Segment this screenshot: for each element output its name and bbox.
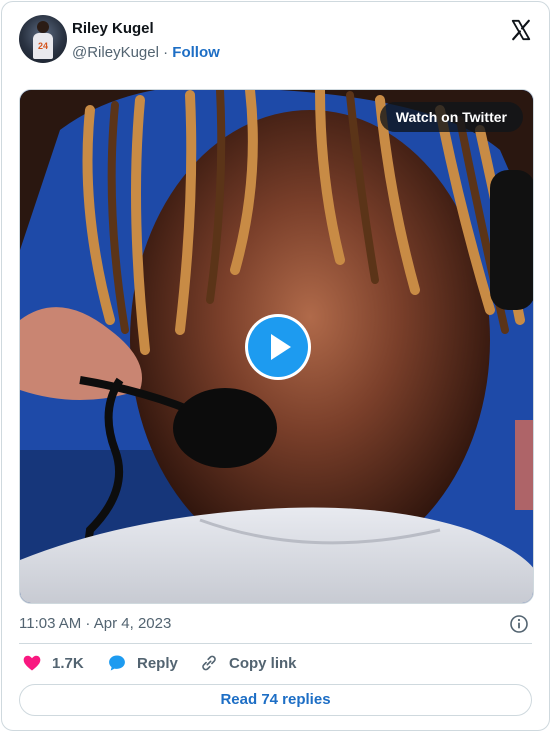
author-name[interactable]: Riley Kugel — [72, 20, 154, 37]
play-icon — [271, 334, 291, 360]
like-count: 1.7K — [52, 654, 84, 672]
avatar[interactable]: 24 — [19, 15, 67, 63]
video-thumbnail[interactable]: Watch on Twitter — [19, 89, 534, 604]
tweet-header: 24 Riley Kugel @RileyKugel · Follow — [19, 15, 532, 65]
x-logo-icon[interactable] — [510, 19, 532, 41]
reply-bubble-icon — [109, 655, 125, 671]
link-icon — [202, 655, 216, 671]
divider — [19, 643, 532, 644]
reply-button[interactable]: Reply — [107, 653, 178, 673]
tweet-timestamp[interactable]: 11:03 AM · Apr 4, 2023 — [19, 615, 171, 632]
like-button[interactable]: 1.7K — [22, 653, 84, 673]
play-button[interactable] — [245, 314, 311, 380]
copy-link-label: Copy link — [229, 654, 297, 672]
separator-dot: · — [163, 44, 169, 61]
reply-label: Reply — [137, 654, 178, 672]
follow-link[interactable]: Follow — [172, 44, 220, 61]
avatar-jersey-number: 24 — [37, 41, 48, 51]
watch-on-twitter-button[interactable]: Watch on Twitter — [379, 102, 523, 132]
author-subline: @RileyKugel · Follow — [72, 44, 220, 61]
copy-link-button[interactable]: Copy link — [199, 653, 297, 673]
read-replies-button[interactable]: Read 74 replies — [19, 684, 532, 716]
tweet-embed-card: 24 Riley Kugel @RileyKugel · Follow Watc… — [1, 1, 550, 731]
author-handle[interactable]: @RileyKugel — [72, 44, 159, 61]
info-icon[interactable] — [509, 614, 529, 634]
heart-icon — [23, 655, 41, 671]
